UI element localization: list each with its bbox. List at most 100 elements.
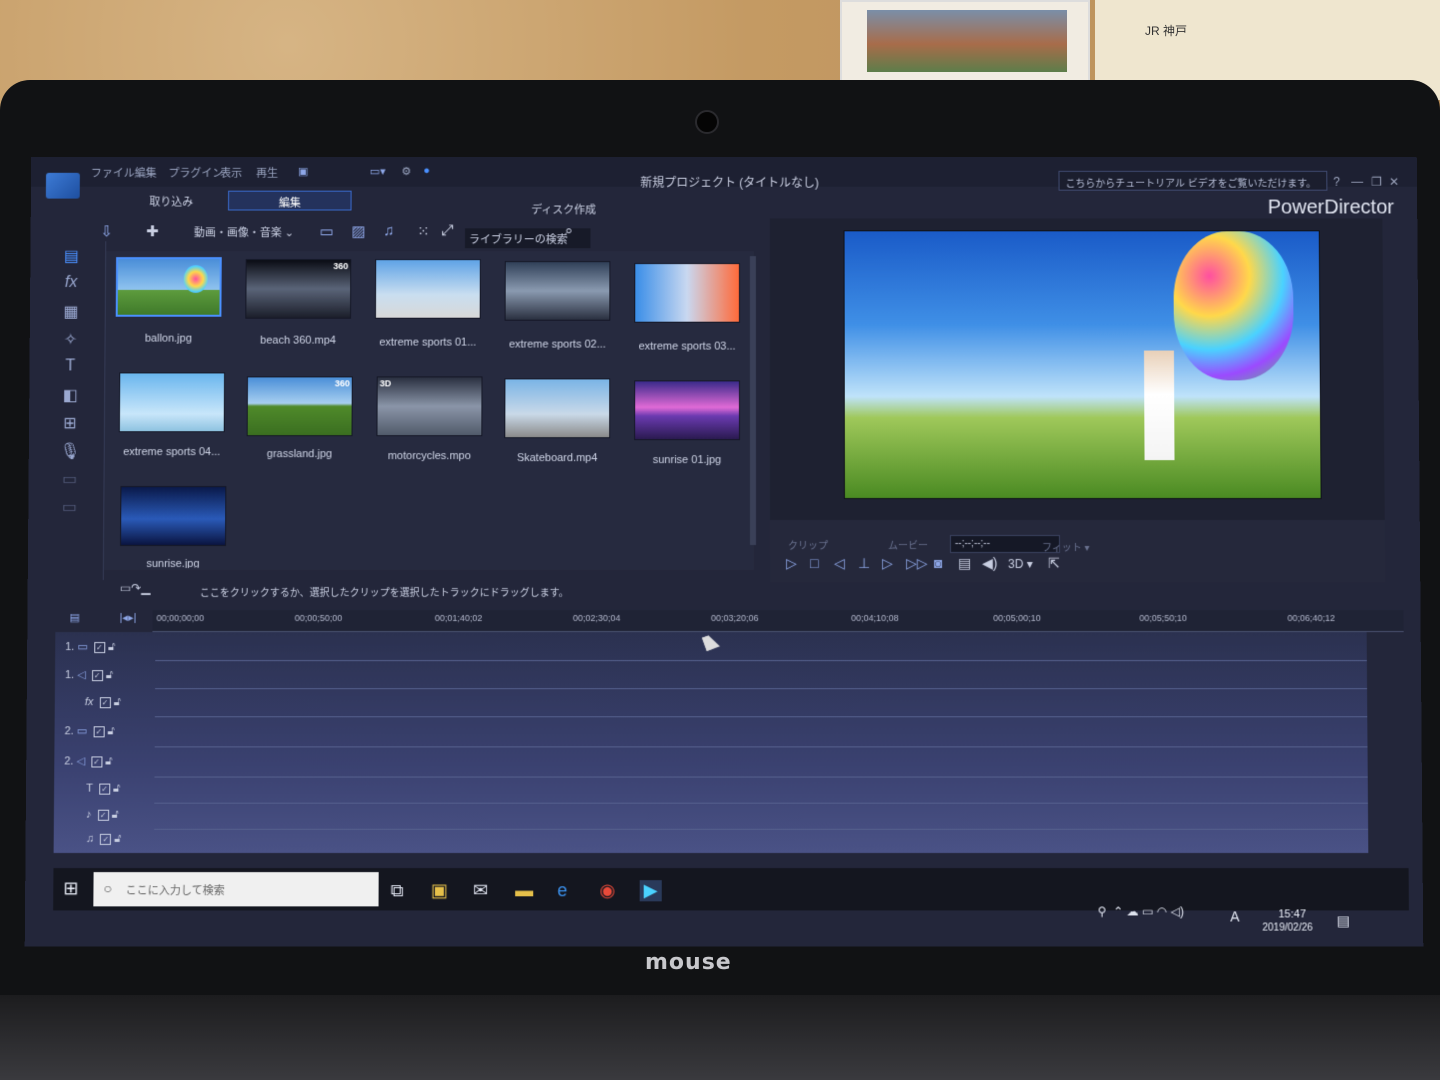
track-header-voice[interactable]: ♪ ✓ 🔓︎ [86, 809, 119, 822]
timeline-tracks[interactable]: 1. ▭ ✓ 🔓︎ 1. ◁ ✓ 🔓︎ fx ✓ 🔓︎ 2. ▭ ✓ 🔓︎ 2. ◁ ✓ … [53, 632, 1369, 853]
track-enable-checkbox[interactable]: ✓ [98, 783, 111, 795]
store-icon[interactable]: ▣ [431, 880, 448, 901]
lock-icon[interactable]: 🔓︎ [112, 809, 119, 821]
track-mode-icon[interactable]: ▭↷▁ [120, 581, 151, 595]
image-filter-icon[interactable]: ▨ [351, 222, 365, 240]
track-enable-checkbox[interactable]: ✓ [91, 756, 103, 768]
close-icon[interactable]: ✕ [1389, 175, 1399, 189]
timeline-ruler[interactable]: 00;00;00;00 00;00;50;00 00;01;40;02 00;0… [152, 610, 1404, 633]
snapshot-icon[interactable]: ◙ [934, 555, 943, 571]
track-header-title[interactable]: T ✓ 🔓︎ [86, 783, 120, 796]
menu-file[interactable]: ファイル [91, 165, 135, 181]
lock-icon[interactable]: 🔓︎ [114, 833, 121, 845]
fx-room-icon[interactable]: fx [60, 274, 82, 294]
track-header-music[interactable]: ♫ ✓ 🔓︎ [86, 833, 122, 846]
media-thumb[interactable] [504, 261, 611, 321]
media-thumb[interactable]: 3D [376, 376, 483, 437]
clock-date[interactable]: 2019/02/26 [1262, 923, 1312, 934]
media-room-icon[interactable]: ▤ [60, 246, 82, 266]
voice-over-icon[interactable]: 🎙 [59, 441, 81, 461]
menu-plugins[interactable]: プラグイン [168, 165, 223, 181]
fast-forward-icon[interactable]: ▷▷ [906, 555, 928, 572]
media-thumb[interactable] [634, 263, 740, 323]
clip-mode-tab[interactable]: クリップ [788, 537, 828, 552]
track-header-audio-2[interactable]: 2. ◁ ✓ 🔓︎ [64, 754, 112, 768]
track-enable-checkbox[interactable]: ✓ [100, 833, 112, 845]
track-header-video-2[interactable]: 2. ▭ ✓ 🔓︎ [65, 724, 115, 738]
taskbar-search-input[interactable]: ここに入力して検索 [93, 872, 379, 907]
media-thumb[interactable] [115, 257, 222, 317]
split-icon[interactable]: ⊥ [858, 555, 870, 572]
particle-room-icon[interactable]: ✧ [60, 330, 82, 350]
movie-mode-tab[interactable]: ムービー [888, 537, 928, 552]
transition-room-icon[interactable]: ◧ [59, 385, 81, 405]
help-icon[interactable]: ? [1333, 175, 1340, 189]
track-header-video-1[interactable]: 1. ▭ ✓ 🔓︎ [65, 640, 115, 654]
menu-play[interactable]: 再生 [256, 165, 278, 181]
title-room-icon[interactable]: T [59, 358, 81, 378]
lock-icon[interactable]: 🔓︎ [113, 696, 120, 708]
lock-icon[interactable]: 🔓︎ [107, 725, 114, 737]
task-view-icon[interactable]: ⧉ [391, 880, 404, 901]
display-icon[interactable]: ▭▾ [370, 165, 386, 178]
save-icon[interactable]: ▣ [298, 165, 308, 178]
video-filter-icon[interactable]: ▭ [319, 222, 333, 240]
media-type-dropdown[interactable]: 動画・画像・音楽 ⌄ [194, 224, 294, 240]
fullscreen-icon[interactable]: ⤢ [441, 222, 453, 239]
undock-icon[interactable]: ⇱ [1048, 555, 1060, 572]
media-thumb[interactable] [504, 378, 611, 439]
grid-view-icon[interactable]: ⁙ [417, 222, 430, 240]
media-thumb[interactable] [374, 259, 481, 319]
media-thumb[interactable] [634, 380, 740, 441]
track-enable-checkbox[interactable]: ✓ [97, 809, 109, 821]
stop-icon[interactable]: □ [810, 555, 818, 571]
notification-icon[interactable]: ▤ [1337, 912, 1350, 929]
lock-icon[interactable]: 🔓︎ [108, 641, 115, 653]
track-header-fx[interactable]: fx ✓ 🔓︎ [85, 696, 121, 709]
tutorial-banner[interactable]: こちらからチュートリアル ビデオをご覧いただけます。 [1058, 170, 1328, 191]
track-enable-checkbox[interactable]: ✓ [99, 696, 111, 708]
tab-disc[interactable]: ディスク作成 [509, 199, 619, 219]
gear-icon[interactable]: ⚙ [401, 165, 411, 178]
media-thumb[interactable]: 360 [246, 376, 353, 437]
track-manager-icon[interactable]: ▤ [69, 611, 80, 624]
next-frame-icon[interactable]: ▷ [882, 555, 893, 572]
restore-icon[interactable]: ❐ [1371, 175, 1382, 189]
subtitle-toggle-icon[interactable]: ▤ [958, 555, 971, 572]
explorer-icon[interactable]: ▬ [515, 880, 533, 901]
chapter-icon[interactable]: ▭ [58, 469, 80, 489]
play-icon[interactable]: ▷ [786, 555, 797, 572]
tab-edit[interactable]: 編集 [228, 190, 352, 211]
prev-frame-icon[interactable]: ◁ [834, 555, 845, 572]
tab-import[interactable]: 取り込み [116, 191, 226, 211]
track-header-audio-1[interactable]: 1. ◁ ✓ 🔓︎ [65, 668, 113, 682]
fit-timeline-icon[interactable]: |◂▸| [119, 611, 136, 624]
track-enable-checkbox[interactable]: ✓ [91, 669, 103, 681]
import-media-icon[interactable]: ⇩ [100, 222, 113, 240]
lock-icon[interactable]: 🔓︎ [105, 755, 112, 767]
media-thumb[interactable] [118, 372, 226, 433]
menu-edit[interactable]: 編集 [135, 165, 157, 181]
track-enable-checkbox[interactable]: ✓ [93, 641, 105, 653]
minimize-icon[interactable]: — [1351, 175, 1363, 189]
media-thumb[interactable] [120, 486, 227, 547]
search-icon[interactable]: ⌕ [565, 222, 573, 239]
media-thumb[interactable]: 360 [245, 259, 352, 319]
lock-icon[interactable]: 🔓︎ [106, 669, 113, 681]
zoom-dropdown[interactable]: フィット ▾ [1042, 539, 1090, 554]
track-enable-checkbox[interactable]: ✓ [93, 725, 105, 737]
ime-indicator[interactable]: A [1230, 908, 1239, 924]
edge-icon[interactable]: e [557, 880, 567, 901]
mail-icon[interactable]: ✉ [473, 880, 488, 901]
powerdirector-taskbar-icon[interactable]: ▶ [639, 880, 662, 902]
menu-view[interactable]: 表示 [220, 165, 242, 181]
plugin-icon[interactable]: ✚ [146, 222, 159, 240]
windows-start-icon[interactable]: ⊞ [63, 878, 78, 899]
3d-toggle[interactable]: 3D ▾ [1008, 557, 1033, 571]
subtitle-icon[interactable]: ▭ [58, 497, 80, 517]
audio-mix-icon[interactable]: ⊞ [59, 413, 81, 433]
system-tray[interactable]: ⚲ ⌃ ☁ ▭ ◠ ◁) [1098, 904, 1184, 918]
library-scrollbar[interactable] [749, 256, 756, 546]
lock-icon[interactable]: 🔓︎ [113, 783, 120, 795]
clock-time[interactable]: 15:47 [1278, 908, 1306, 920]
